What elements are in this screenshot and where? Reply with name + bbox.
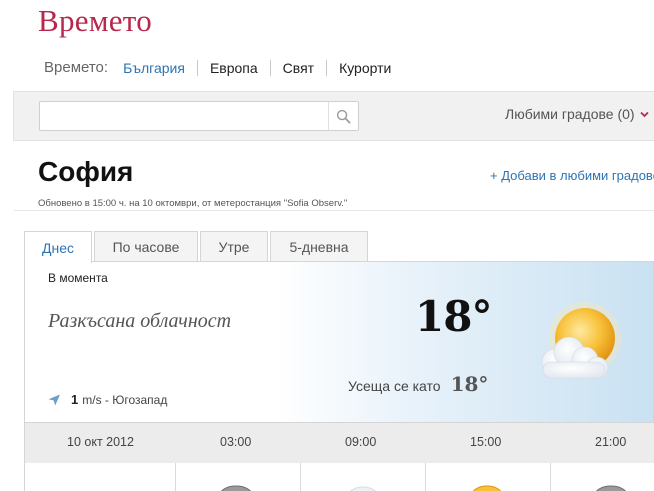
divider	[14, 210, 654, 211]
wind-info: 1 m/s - Югозапад	[48, 392, 167, 407]
favorites-label: Любими градове (0)	[505, 106, 635, 122]
tab-today[interactable]: Днес	[24, 231, 92, 263]
site-logo[interactable]: Времето	[38, 3, 152, 39]
current-temperature: 18°	[415, 292, 492, 341]
column-divider	[175, 463, 176, 491]
cloud-icon	[350, 486, 376, 491]
tab-hourly[interactable]: По часове	[94, 231, 198, 262]
search-bar: Любими градове (0)	[13, 91, 654, 141]
nav-lead-label: Времето:	[44, 59, 109, 76]
forecast-time-row: 10 окт 2012 03:00 09:00 15:00 21:00	[24, 423, 654, 463]
partly-cloudy-icon	[533, 300, 629, 395]
sun-icon	[472, 485, 502, 491]
weather-condition: Разкъсана облачност	[48, 310, 232, 332]
night-moon-icon	[221, 485, 251, 491]
current-weather-panel: В момента Разкъсана облачност 18° Усеща …	[24, 261, 654, 423]
city-name: София	[38, 156, 134, 187]
forecast-date: 10 окт 2012	[67, 435, 134, 449]
nav-item-world[interactable]: Свят	[283, 60, 314, 76]
forecast-time-0900: 09:00	[345, 435, 377, 449]
add-to-favorites-link[interactable]: + Добави в любими градове	[490, 168, 654, 183]
chevron-down-icon	[639, 111, 649, 117]
forecast-tabs: Днес По часове Утре 5-дневна	[24, 231, 370, 263]
nav-item-resorts[interactable]: Курорти	[339, 60, 391, 76]
nav-item-europe[interactable]: Европа	[210, 60, 258, 76]
search-button[interactable]	[328, 102, 358, 130]
forecast-time-2100: 21:00	[595, 435, 627, 449]
nav-divider	[269, 59, 271, 76]
nav-divider	[196, 59, 198, 76]
column-divider	[300, 463, 301, 491]
column-divider	[550, 463, 551, 491]
wind-description: m/s - Югозапад	[82, 392, 168, 407]
tab-tomorrow[interactable]: Утре	[200, 231, 268, 262]
feels-like-value: 18°	[450, 372, 489, 396]
forecast-icon-row	[24, 463, 654, 491]
top-navigation: Времето: България Европа Свят Курорти	[44, 59, 391, 76]
wind-direction-icon	[48, 394, 60, 405]
current-label: В момента	[48, 271, 108, 285]
update-info: Обновено в 15:00 ч. на 10 октомври, от м…	[38, 198, 348, 209]
favorites-dropdown[interactable]: Любими градове (0)	[505, 106, 649, 122]
search-icon	[336, 109, 351, 123]
night-moon-icon	[596, 485, 626, 491]
tab-5-day[interactable]: 5-дневна	[270, 231, 368, 262]
nav-item-bulgaria[interactable]: България	[123, 60, 185, 76]
forecast-time-1500: 15:00	[470, 435, 502, 449]
forecast-time-0300: 03:00	[220, 435, 252, 449]
nav-divider	[326, 59, 328, 76]
wind-speed: 1	[71, 392, 79, 407]
feels-like: Усеща се като 18°	[348, 372, 488, 396]
search-box	[39, 101, 359, 131]
column-divider	[425, 463, 426, 491]
feels-like-label: Усеща се като	[348, 378, 441, 394]
search-input[interactable]	[40, 102, 318, 130]
